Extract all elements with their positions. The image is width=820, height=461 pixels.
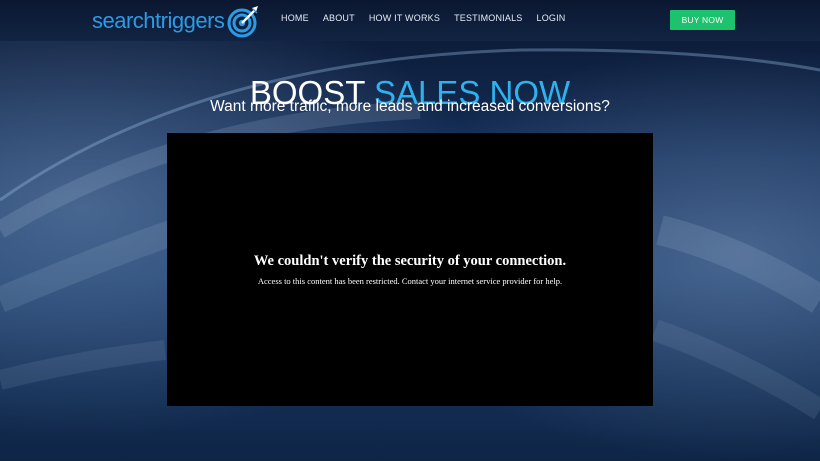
main-nav: HOME ABOUT HOW IT WORKS TESTIMONIALS LOG… — [281, 13, 580, 23]
connection-error-message: Access to this content has been restrict… — [257, 276, 563, 286]
hero-subheadline: Want more traffic, more leads and increa… — [210, 98, 610, 115]
buy-now-button[interactable]: BUY NOW — [670, 10, 735, 30]
nav-item-login[interactable]: LOGIN — [536, 13, 565, 23]
brand-logo[interactable]: searchtriggers — [92, 4, 260, 38]
logo-text-search: search — [92, 8, 156, 33]
nav-item-about[interactable]: ABOUT — [323, 13, 355, 23]
video-embed-panel[interactable]: We couldn't verify the security of your … — [167, 133, 653, 406]
target-arrow-icon — [227, 6, 259, 38]
nav-item-testimonials[interactable]: TESTIMONIALS — [454, 13, 522, 23]
connection-error-title: We couldn't verify the security of your … — [253, 253, 567, 269]
nav-item-home[interactable]: HOME — [281, 13, 309, 23]
logo-text-triggers: triggers — [155, 8, 225, 33]
nav-item-how-it-works[interactable]: HOW IT WORKS — [369, 13, 440, 23]
logo-wordmark: searchtriggers — [92, 8, 225, 33]
top-navigation-bar: searchtriggers HOME ABOUT HOW IT WORKS T… — [0, 0, 820, 41]
